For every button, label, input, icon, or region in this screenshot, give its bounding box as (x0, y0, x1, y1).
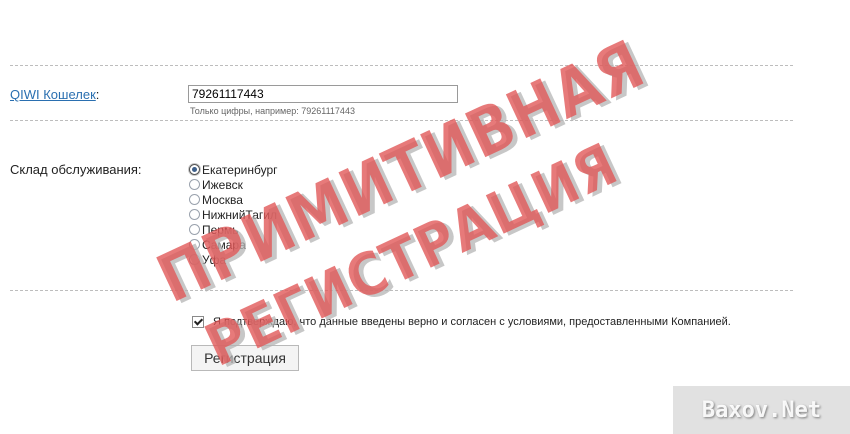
watermark-text: Baxov.Net (701, 397, 822, 423)
separator (10, 290, 793, 291)
qiwi-link[interactable]: QIWI Кошелек (10, 87, 96, 102)
agree-row: Я подтверждаю, что данные введены верно … (192, 316, 731, 328)
qiwi-wallet-input[interactable] (188, 85, 458, 103)
warehouse-radio-group: Екатеринбург Ижевск Москва НижнийТагил П… (189, 162, 278, 267)
radio-option-ufa[interactable]: Уфа (189, 252, 278, 267)
radio-label: Москва (202, 192, 243, 207)
radio-label: Уфа (202, 252, 227, 267)
radio-option-nizhniy-tagil[interactable]: НижнийТагил (189, 207, 278, 222)
qiwi-label: QIWI Кошелек: (10, 87, 99, 102)
register-button[interactable]: Регистрация (191, 345, 299, 371)
watermark-logo: Baxov.Net (673, 386, 850, 434)
radio-label: Екатеринбург (202, 162, 278, 177)
qiwi-hint: Только цифры, например: 79261117443 (190, 106, 355, 116)
agree-checkbox[interactable] (192, 316, 204, 328)
agree-text: Я подтверждаю, что данные введены верно … (213, 316, 731, 328)
radio-button[interactable] (189, 179, 200, 190)
separator (10, 65, 793, 66)
radio-button[interactable] (189, 224, 200, 235)
radio-button[interactable] (189, 254, 200, 265)
radio-button[interactable] (189, 209, 200, 220)
qiwi-label-colon: : (95, 87, 100, 102)
warehouse-label: Склад обслуживания: (10, 162, 142, 177)
radio-option-ekaterinburg[interactable]: Екатеринбург (189, 162, 278, 177)
radio-label: Пермь (202, 222, 239, 237)
cropped-hint-text (190, 27, 270, 37)
radio-button[interactable] (189, 194, 200, 205)
radio-option-izhevsk[interactable]: Ижевск (189, 177, 278, 192)
radio-option-samara[interactable]: Самара (189, 237, 278, 252)
separator (10, 120, 793, 121)
radio-button[interactable] (189, 239, 200, 250)
radio-label: Самара (202, 237, 246, 252)
radio-label: Ижевск (202, 177, 243, 192)
radio-option-perm[interactable]: Пермь (189, 222, 278, 237)
radio-option-moskva[interactable]: Москва (189, 192, 278, 207)
radio-button-checked[interactable] (189, 164, 200, 175)
radio-label: НижнийТагил (202, 207, 277, 222)
